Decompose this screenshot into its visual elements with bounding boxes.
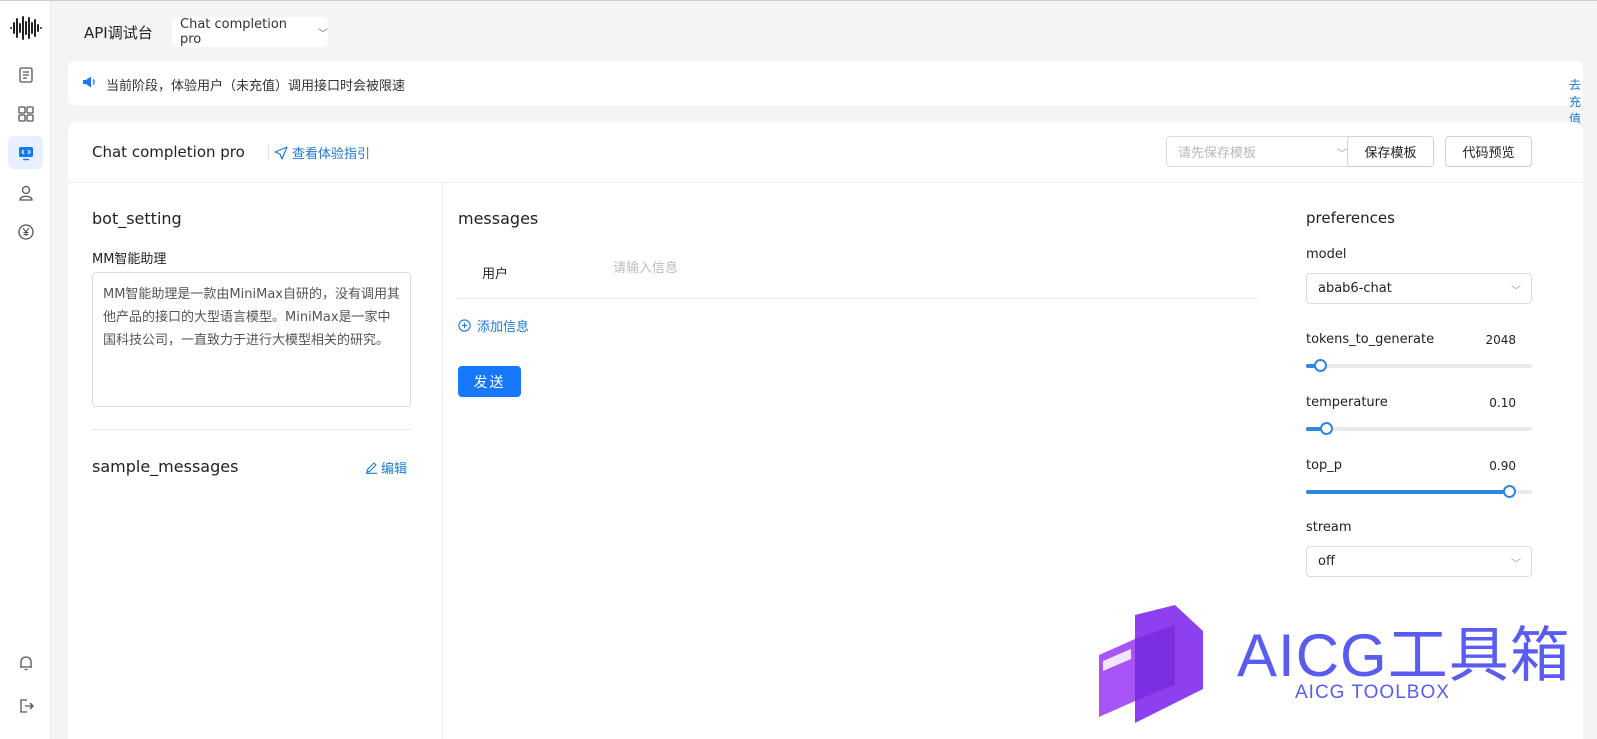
top-border (0, 0, 1597, 1)
page-title: API调试台 (84, 24, 153, 42)
send-button[interactable]: 发送 (458, 366, 521, 397)
edit-sample-messages-link[interactable]: 编辑 (365, 458, 407, 477)
slider-rail (1306, 427, 1532, 431)
template-select-placeholder: 请先保存模板 (1178, 146, 1257, 161)
slider-track (1306, 490, 1509, 494)
temperature-value: 0.10 (1489, 396, 1516, 410)
message-input[interactable] (613, 261, 1213, 276)
chevron-down-icon: ﹀ (1511, 559, 1521, 570)
model-label: model (1306, 247, 1347, 262)
top-p-label: top_p (1306, 458, 1343, 473)
yen-icon (17, 223, 34, 240)
guide-link-label: 查看体验指引 (292, 147, 371, 162)
watermark-title: AICG工具箱 (1237, 622, 1571, 689)
divider (458, 298, 1258, 299)
chevron-down-icon: ﹀ (318, 28, 328, 40)
sidebar-item-apps[interactable] (8, 97, 43, 130)
slider-handle[interactable] (1320, 422, 1333, 435)
api-model-select-value: Chat completion pro (180, 17, 288, 47)
add-message-label: 添加信息 (477, 320, 530, 335)
message-role-user[interactable]: 用户 (482, 263, 508, 282)
top-p-value: 0.90 (1489, 459, 1516, 473)
stream-label: stream (1306, 520, 1352, 535)
grid-icon (17, 105, 34, 122)
code-icon (18, 146, 33, 160)
divider (268, 144, 269, 160)
bot-name-label: MM智能助理 (92, 252, 167, 267)
tokens-label: tokens_to_generate (1306, 332, 1435, 347)
model-select[interactable]: abab6-chat ﹀ (1306, 273, 1532, 304)
save-template-button[interactable]: 保存模板 (1347, 136, 1434, 167)
header-divider (68, 182, 1583, 183)
temperature-slider[interactable] (1306, 421, 1532, 437)
code-preview-button[interactable]: 代码预览 (1445, 136, 1532, 167)
bot-content-textarea[interactable]: MM智能助理是一款由MiniMax自研的，没有调用其他产品的接口的大型语言模型。… (92, 272, 411, 407)
edit-label: 编辑 (381, 462, 408, 477)
tokens-slider[interactable] (1306, 358, 1532, 374)
top-p-slider[interactable] (1306, 484, 1532, 500)
watermark: AICG工具箱 AICG TOOLBOX (1097, 605, 1570, 730)
sidebar-item-docs[interactable] (8, 58, 43, 91)
notice-bar: 当前阶段，体验用户（未充值）调用接口时会被限速 去充值 × (68, 61, 1583, 126)
logo-icon[interactable] (9, 14, 43, 42)
megaphone-icon (83, 76, 95, 88)
stream-select[interactable]: off ﹀ (1306, 546, 1532, 577)
logout-icon (19, 698, 34, 713)
add-message-button[interactable]: 添加信息 (458, 316, 529, 335)
bot-setting-title: bot_setting (92, 209, 182, 228)
model-select-value: abab6-chat (1318, 281, 1392, 296)
stream-select-value: off (1318, 554, 1335, 569)
slider-rail (1306, 364, 1532, 368)
toolbox-logo-icon (1099, 605, 1203, 723)
column-divider (442, 183, 443, 739)
sample-messages-title: sample_messages (92, 457, 239, 476)
sidebar-item-api-console[interactable] (8, 136, 43, 169)
sidebar-item-notifications[interactable] (8, 646, 43, 679)
api-model-select[interactable]: Chat completion pro ﹀ (172, 17, 328, 47)
sidebar-item-account[interactable] (8, 176, 43, 209)
temperature-label: temperature (1306, 395, 1388, 410)
notice-text: 当前阶段，体验用户（未充值）调用接口时会被限速 (106, 79, 406, 94)
chevron-down-icon: ﹀ (1337, 149, 1347, 160)
recharge-link[interactable]: 去充值 (1569, 76, 1583, 127)
guide-link[interactable]: 查看体验指引 (274, 143, 370, 162)
divider (92, 429, 411, 430)
chevron-down-icon: ﹀ (1511, 286, 1521, 297)
user-icon (18, 185, 33, 201)
plus-circle-icon (458, 319, 471, 332)
sidebar-item-billing[interactable] (8, 215, 43, 248)
messages-title: messages (458, 209, 539, 228)
sidebar (0, 1, 51, 739)
bell-icon (19, 655, 32, 670)
preferences-title: preferences (1306, 209, 1395, 227)
sidebar-item-logout[interactable] (8, 689, 43, 722)
slider-handle[interactable] (1314, 359, 1327, 372)
document-icon (18, 66, 33, 83)
slider-handle[interactable] (1503, 485, 1516, 498)
watermark-subtitle: AICG TOOLBOX (1295, 682, 1450, 703)
tokens-value: 2048 (1485, 333, 1516, 347)
card-title: Chat completion pro (92, 143, 245, 161)
edit-icon (366, 462, 377, 474)
template-select[interactable]: 请先保存模板 ﹀ (1166, 136, 1358, 167)
send-arrow-icon (274, 145, 288, 160)
